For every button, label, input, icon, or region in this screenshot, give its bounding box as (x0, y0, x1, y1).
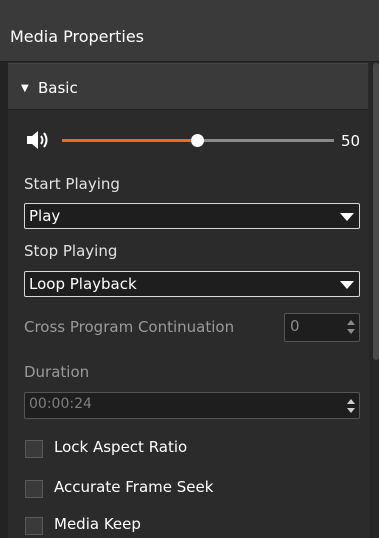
triangle-down-icon[interactable]: ▼ (21, 83, 29, 94)
spinner-arrows-icon[interactable] (347, 319, 355, 335)
scrollbar-thumb[interactable] (373, 63, 379, 360)
lock-aspect-ratio-checkbox[interactable] (25, 440, 43, 458)
stop-playing-label: Stop Playing (24, 242, 118, 260)
cross-program-label: Cross Program Continuation (24, 318, 235, 336)
cross-program-value: 0 (290, 317, 300, 335)
volume-slider-thumb[interactable] (191, 134, 204, 147)
volume-value: 50 (341, 132, 361, 150)
caret-down-icon (340, 281, 354, 289)
accurate-frame-seek-label[interactable]: Accurate Frame Seek (54, 478, 213, 496)
start-playing-label: Start Playing (24, 175, 120, 193)
accurate-frame-seek-checkbox[interactable] (25, 480, 43, 498)
start-playing-value: Play (29, 207, 61, 225)
panel-title: Media Properties (10, 27, 144, 46)
lock-aspect-ratio-label[interactable]: Lock Aspect Ratio (54, 438, 187, 456)
duration-label: Duration (24, 363, 90, 381)
duration-value: 00:00:24 (29, 396, 92, 412)
volume-slider-fill (62, 139, 197, 142)
panel-header: Media Properties (0, 0, 379, 62)
media-keep-checkbox[interactable] (25, 517, 43, 535)
section-basic-header[interactable]: ▼ Basic (8, 63, 368, 110)
speaker-icon[interactable] (24, 127, 50, 153)
panel-left-edge (0, 62, 8, 538)
section-title: Basic (38, 79, 78, 97)
start-playing-dropdown[interactable]: Play (24, 203, 360, 229)
cross-program-spinbox[interactable]: 0 (284, 313, 360, 342)
caret-down-icon (340, 213, 354, 221)
spinner-arrows-icon[interactable] (347, 398, 355, 414)
media-keep-label[interactable]: Media Keep (54, 515, 141, 533)
duration-spinbox[interactable]: 00:00:24 (24, 392, 360, 419)
stop-playing-value: Loop Playback (29, 275, 137, 293)
stop-playing-dropdown[interactable]: Loop Playback (24, 271, 360, 297)
